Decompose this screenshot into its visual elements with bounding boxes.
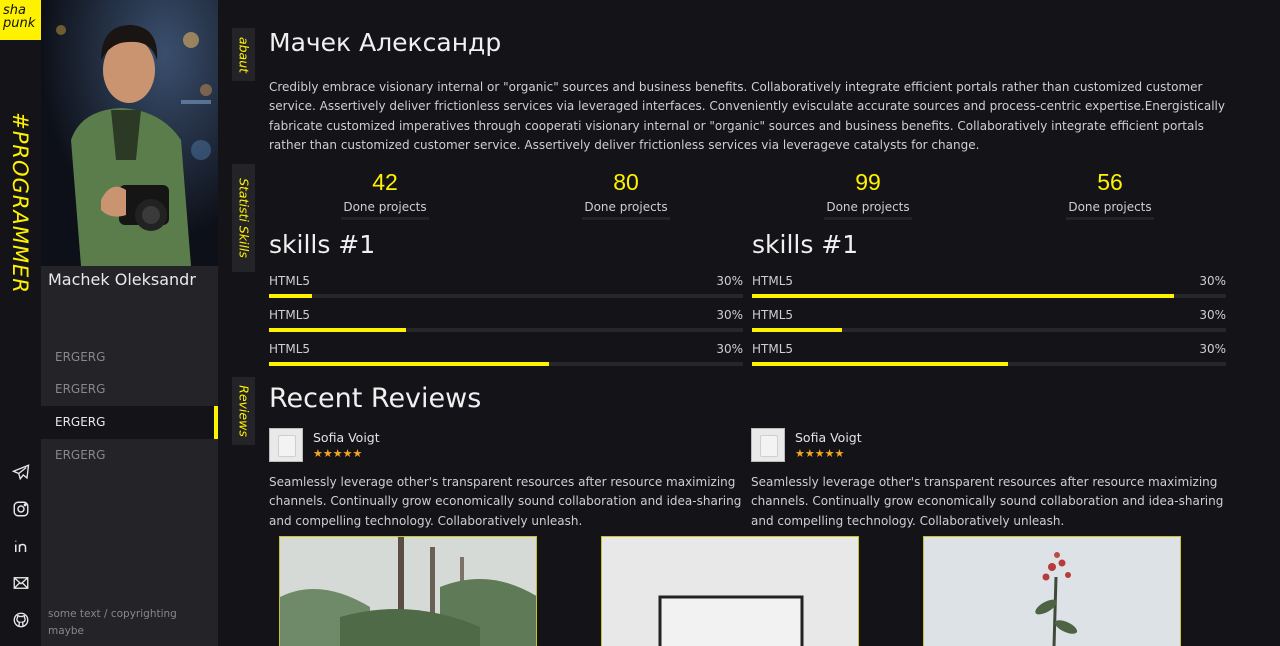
stat-card: 56 Done projects: [1045, 169, 1175, 220]
skill-fill: [752, 294, 1174, 298]
skill-bar: HTML5 30%: [269, 342, 743, 368]
gallery-image-forest[interactable]: [279, 536, 537, 646]
stat-value: 99: [855, 169, 881, 195]
skill-name: HTML5: [269, 274, 311, 288]
skill-percent: 30%: [716, 342, 743, 356]
skill-bar: HTML5 30%: [752, 274, 1226, 300]
stat-label: Done projects: [1066, 200, 1154, 220]
tab-stats-skills[interactable]: Statisti Skills: [232, 164, 255, 272]
instagram-icon[interactable]: [11, 499, 31, 519]
about-text: Credibly embrace visionary internal or "…: [269, 80, 1225, 152]
stat-card: 80 Done projects: [561, 169, 691, 220]
skill-track: [269, 294, 743, 298]
tab-reviews[interactable]: Reviews: [232, 377, 255, 445]
menu-item-1[interactable]: ERGERG: [41, 341, 218, 374]
skill-track: [269, 328, 743, 332]
skill-name: HTML5: [752, 342, 794, 356]
skill-track: [269, 362, 743, 366]
mail-icon[interactable]: [11, 573, 31, 593]
profile-name: Machek Oleksandr: [48, 270, 196, 289]
skill-name: HTML5: [752, 308, 794, 322]
skill-track: [752, 362, 1226, 366]
skill-track: [752, 328, 1226, 332]
stat-label: Done projects: [824, 200, 912, 220]
reviews-title: Recent Reviews: [269, 383, 482, 414]
tagline: #PROGRAMMER: [8, 112, 32, 294]
linkedin-icon[interactable]: [11, 536, 31, 556]
copyright-text: some text / copyrighting maybe: [48, 608, 177, 637]
skill-bar: HTML5 30%: [752, 308, 1226, 334]
menu-item-4[interactable]: ERGERG: [41, 439, 218, 472]
skill-name: HTML5: [752, 274, 794, 288]
skills-title: skills #1: [269, 230, 376, 259]
skill-fill: [269, 294, 312, 298]
page-title: Мачек Александр: [269, 28, 502, 57]
skill-fill: [269, 362, 549, 366]
logo[interactable]: sha punk: [0, 0, 41, 40]
left-rail: sha punk #PROGRAMMER: [0, 0, 41, 646]
gallery-image-frame[interactable]: [601, 536, 859, 646]
skill-bar: HTML5 30%: [752, 342, 1226, 368]
skill-fill: [752, 328, 843, 332]
profile-panel: Machek Oleksandr ERGERG ERGERG ERGERG ER…: [41, 0, 218, 646]
logo-line-2: punk: [3, 16, 36, 31]
review-text: Seamlessly leverage other's transparent …: [751, 475, 1224, 528]
skill-percent: 30%: [716, 308, 743, 322]
stat-value: 42: [372, 169, 398, 195]
stat-value: 80: [613, 169, 639, 195]
skill-name: HTML5: [269, 308, 311, 322]
skill-fill: [752, 362, 1008, 366]
gallery-image-flower[interactable]: [923, 536, 1181, 646]
stat-value: 56: [1097, 169, 1123, 195]
reviewer-name: Sofia Voigt: [313, 430, 380, 445]
skill-track: [752, 294, 1226, 298]
stat-card: 99 Done projects: [803, 169, 933, 220]
avatar: [269, 428, 303, 462]
skill-percent: 30%: [716, 274, 743, 288]
rating-stars: ★★★★★: [795, 447, 845, 460]
reviewer-name: Sofia Voigt: [795, 430, 862, 445]
profile-photo: [41, 0, 218, 266]
skill-bar: HTML5 30%: [269, 274, 743, 300]
telegram-icon[interactable]: [11, 462, 31, 482]
skills-title: skills #1: [752, 230, 859, 259]
review-text: Seamlessly leverage other's transparent …: [269, 475, 742, 528]
menu-item-3[interactable]: ERGERG: [41, 406, 218, 439]
skill-name: HTML5: [269, 342, 311, 356]
tab-about[interactable]: abaut: [232, 28, 255, 81]
stat-label: Done projects: [582, 200, 670, 220]
rating-stars: ★★★★★: [313, 447, 363, 460]
menu-item-2[interactable]: ERGERG: [41, 373, 218, 406]
stat-label: Done projects: [341, 200, 429, 220]
stat-card: 42 Done projects: [320, 169, 450, 220]
skill-percent: 30%: [1199, 342, 1226, 356]
skill-percent: 30%: [1199, 274, 1226, 288]
skill-bar: HTML5 30%: [269, 308, 743, 334]
github-icon[interactable]: [11, 610, 31, 630]
skill-fill: [269, 328, 407, 332]
avatar: [751, 428, 785, 462]
skill-percent: 30%: [1199, 308, 1226, 322]
